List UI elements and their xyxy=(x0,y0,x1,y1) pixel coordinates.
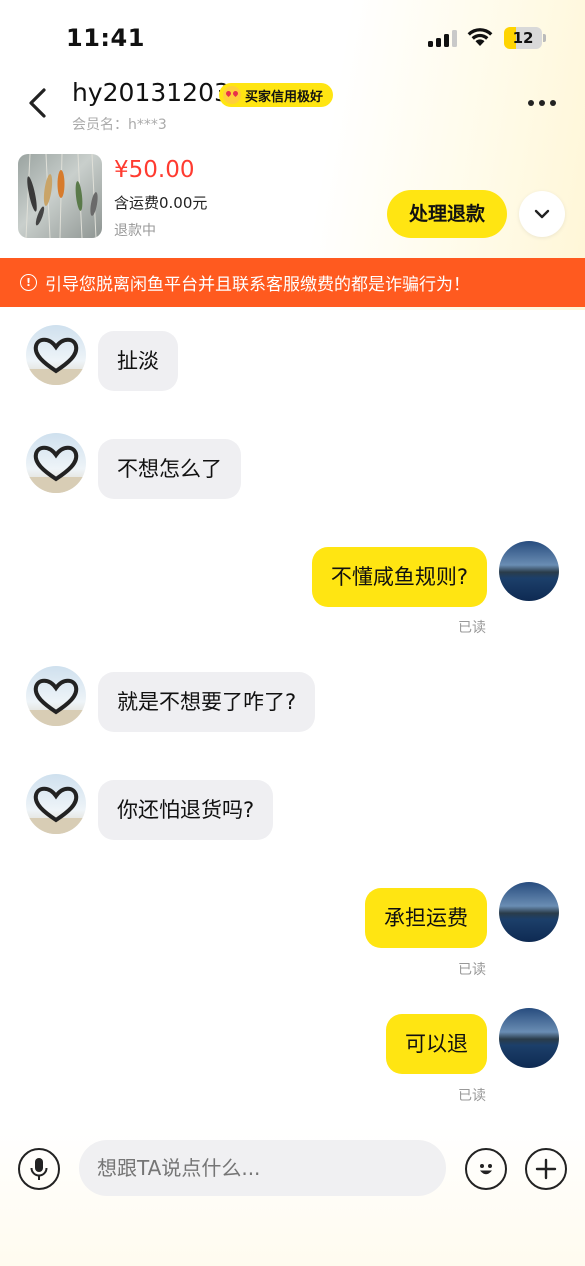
chat-username[interactable]: hy20131203 xyxy=(72,78,230,107)
other-user-avatar[interactable] xyxy=(26,433,86,493)
credit-badge-label: 买家信用极好 xyxy=(245,89,324,105)
heart-eyes-emoji-icon xyxy=(223,86,241,104)
microphone-icon xyxy=(30,1158,48,1180)
status-bar: 11:41 12 xyxy=(0,0,585,80)
plus-icon xyxy=(535,1158,557,1180)
smiley-icon xyxy=(480,1164,492,1175)
fraud-warning-banner: ! 引导您脱离闲鱼平台并且联系客服缴费的都是诈骗行为！ xyxy=(0,258,585,307)
product-thumbnail[interactable] xyxy=(18,154,102,238)
product-price: ¥50.00 xyxy=(114,157,195,183)
back-arrow-icon[interactable] xyxy=(22,86,56,120)
read-receipt: 已读 xyxy=(458,620,486,636)
add-attachment-button[interactable] xyxy=(525,1148,567,1190)
emoji-button[interactable] xyxy=(465,1148,507,1190)
message-input[interactable] xyxy=(79,1140,446,1196)
battery-tip xyxy=(543,34,546,42)
other-user-avatar[interactable] xyxy=(26,774,86,834)
credit-badge: 买家信用极好 xyxy=(219,83,334,107)
order-status: 退款中 xyxy=(114,223,156,239)
message-bubble[interactable]: 不想怎么了 xyxy=(98,439,241,499)
signal-icon xyxy=(428,29,458,47)
chevron-down-icon xyxy=(534,209,550,219)
my-message-bubble[interactable]: 不懂咸鱼规则? xyxy=(311,547,487,607)
other-user-avatar[interactable] xyxy=(26,325,86,385)
my-avatar[interactable] xyxy=(499,1008,559,1068)
read-receipt: 已读 xyxy=(458,1088,486,1104)
my-avatar[interactable] xyxy=(499,882,559,942)
shipping-fee: 含运费0.00元 xyxy=(114,194,208,212)
more-options-icon[interactable] xyxy=(528,100,556,106)
alert-icon: ! xyxy=(20,274,37,291)
my-message-bubble[interactable]: 可以退 xyxy=(386,1014,487,1074)
wifi-icon xyxy=(467,28,493,46)
battery-level: 12 xyxy=(512,29,534,47)
other-user-avatar[interactable] xyxy=(26,666,86,726)
my-avatar[interactable] xyxy=(499,541,559,601)
expand-button[interactable] xyxy=(519,191,565,237)
read-receipt: 已读 xyxy=(458,962,486,978)
status-time: 11:41 xyxy=(66,24,145,52)
fraud-warning-text: 引导您脱离闲鱼平台并且联系客服缴费的都是诈骗行为！ xyxy=(45,275,470,295)
message-bubble[interactable]: 就是不想要了咋了? xyxy=(98,672,316,732)
handle-refund-button[interactable]: 处理退款 xyxy=(387,190,507,238)
member-name: 会员名：h***3 xyxy=(72,117,167,133)
message-bubble[interactable]: 扯淡 xyxy=(98,331,178,391)
message-bubble[interactable]: 你还怕退货吗? xyxy=(98,780,274,840)
my-message-bubble[interactable]: 承担运费 xyxy=(365,888,487,948)
voice-button[interactable] xyxy=(18,1148,60,1190)
battery-indicator: 12 xyxy=(504,27,542,49)
